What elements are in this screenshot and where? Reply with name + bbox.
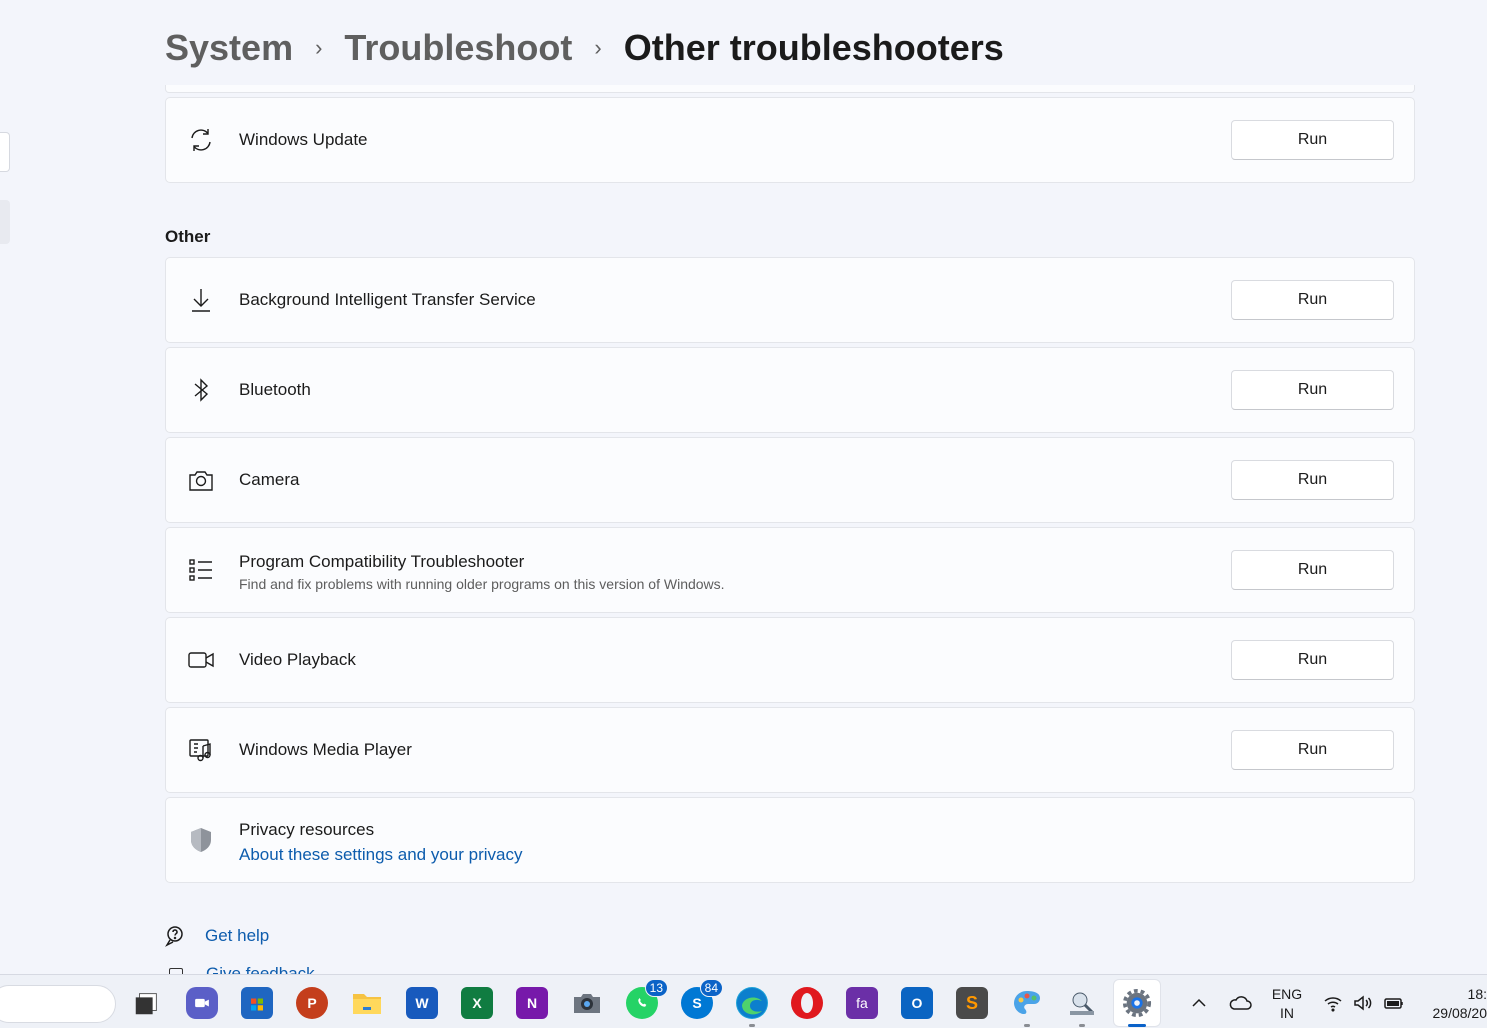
get-help-row[interactable]: Get help — [165, 925, 269, 947]
task-view-icon[interactable] — [131, 987, 163, 1019]
opera-icon[interactable] — [791, 987, 823, 1019]
region-code: IN — [1280, 1005, 1294, 1021]
troubleshooter-title: Background Intelligent Transfer Service — [239, 290, 536, 309]
troubleshooter-title: Camera — [239, 470, 300, 489]
breadcrumb-troubleshoot[interactable]: Troubleshoot — [344, 27, 572, 69]
file-explorer-icon[interactable] — [351, 987, 383, 1019]
video-icon — [187, 646, 215, 674]
run-button[interactable]: Run — [1231, 640, 1394, 680]
whatsapp-icon[interactable]: 13 — [626, 979, 668, 1019]
clock-date: 29/08/20 — [1432, 1005, 1487, 1021]
teams-icon[interactable] — [186, 987, 218, 1019]
privacy-link[interactable]: About these settings and your privacy — [239, 845, 523, 865]
troubleshooter-video-playback: Video Playback Run — [165, 617, 1415, 703]
clock-time: 18: — [1467, 986, 1487, 1002]
clock[interactable]: 18: 29/08/20 — [1418, 985, 1487, 1023]
troubleshooter-program-compatibility: Program Compatibility Troubleshooter Fin… — [165, 527, 1415, 613]
running-indicator — [1079, 1024, 1085, 1027]
shield-icon — [187, 826, 215, 854]
excel-icon[interactable]: X — [461, 987, 493, 1019]
taskbar-search-box[interactable] — [0, 985, 116, 1023]
chevron-right-icon: › — [315, 35, 323, 60]
troubleshooter-title: Program Compatibility Troubleshooter — [239, 552, 525, 571]
running-indicator — [749, 1024, 755, 1027]
previous-card-edge — [165, 85, 1415, 93]
edge-icon[interactable] — [736, 987, 768, 1019]
word-icon[interactable]: W — [406, 987, 438, 1019]
camera-app-icon[interactable] — [571, 987, 603, 1019]
active-indicator — [1128, 1024, 1146, 1027]
whatsapp-badge: 13 — [644, 979, 668, 997]
run-button[interactable]: Run — [1231, 120, 1394, 160]
run-button[interactable]: Run — [1231, 730, 1394, 770]
troubleshooter-title: Video Playback — [239, 650, 356, 669]
language-indicator[interactable]: ENG IN — [1266, 985, 1308, 1023]
sidebar-search-edge[interactable] — [0, 132, 10, 172]
run-button[interactable]: Run — [1231, 550, 1394, 590]
powerpoint-icon[interactable]: P — [296, 987, 328, 1019]
breadcrumb: System › Troubleshoot › Other troublesho… — [165, 26, 1004, 70]
skype-badge: 84 — [699, 979, 723, 997]
page-title: Other troubleshooters — [623, 27, 1004, 68]
get-help-link[interactable]: Get help — [205, 926, 269, 946]
taskbar: P W X N 13 S 84 fa O S ENG IN 18: 29/08/… — [0, 974, 1487, 1028]
troubleshooter-camera: Camera Run — [165, 437, 1415, 523]
troubleshooter-title: Windows Media Player — [239, 740, 412, 759]
onenote-icon[interactable]: N — [516, 987, 548, 1019]
give-feedback-link[interactable]: Give feedback — [206, 966, 315, 974]
battery-icon[interactable] — [1383, 993, 1405, 1013]
fa-app-icon[interactable]: fa — [846, 987, 878, 1019]
language-code: ENG — [1271, 986, 1303, 1002]
sidebar-selected-item-edge[interactable] — [0, 200, 10, 244]
privacy-resources-card: Privacy resources About these settings a… — [165, 797, 1415, 883]
outlook-icon[interactable]: O — [901, 987, 933, 1019]
breadcrumb-system[interactable]: System — [165, 27, 293, 69]
camera-icon — [187, 466, 215, 494]
give-feedback-row[interactable]: Give feedback — [165, 966, 465, 974]
network-tool-icon[interactable] — [1066, 987, 1098, 1019]
troubleshooter-description: Find and fix problems with running older… — [239, 576, 725, 592]
chevron-up-icon[interactable] — [1189, 993, 1209, 1013]
running-indicator — [1024, 1024, 1030, 1027]
sublime-icon[interactable]: S — [956, 987, 988, 1019]
download-icon — [187, 286, 215, 314]
onedrive-cloud-icon[interactable] — [1228, 993, 1252, 1013]
troubleshooter-bluetooth: Bluetooth Run — [165, 347, 1415, 433]
help-chat-icon — [165, 925, 187, 947]
settings-icon[interactable] — [1121, 987, 1153, 1019]
list-icon — [187, 556, 215, 584]
run-button[interactable]: Run — [1231, 280, 1394, 320]
run-button[interactable]: Run — [1231, 460, 1394, 500]
troubleshooter-windows-update: Windows Update Run — [165, 97, 1415, 183]
troubleshooter-title: Bluetooth — [239, 380, 311, 399]
volume-icon[interactable] — [1353, 993, 1373, 1013]
skype-icon[interactable]: S 84 — [681, 979, 723, 1019]
troubleshooter-title: Windows Update — [239, 130, 368, 149]
refresh-icon — [187, 126, 215, 154]
chevron-right-icon: › — [594, 35, 602, 60]
run-button[interactable]: Run — [1231, 370, 1394, 410]
paint-icon[interactable] — [1011, 987, 1043, 1019]
wifi-icon[interactable] — [1323, 993, 1343, 1013]
media-player-icon — [187, 736, 215, 764]
troubleshooter-bits: Background Intelligent Transfer Service … — [165, 257, 1415, 343]
bluetooth-icon — [187, 376, 215, 404]
troubleshooter-windows-media-player: Windows Media Player Run — [165, 707, 1415, 793]
section-heading-other: Other — [165, 227, 211, 246]
privacy-title: Privacy resources — [239, 820, 375, 839]
store-icon[interactable] — [241, 987, 273, 1019]
